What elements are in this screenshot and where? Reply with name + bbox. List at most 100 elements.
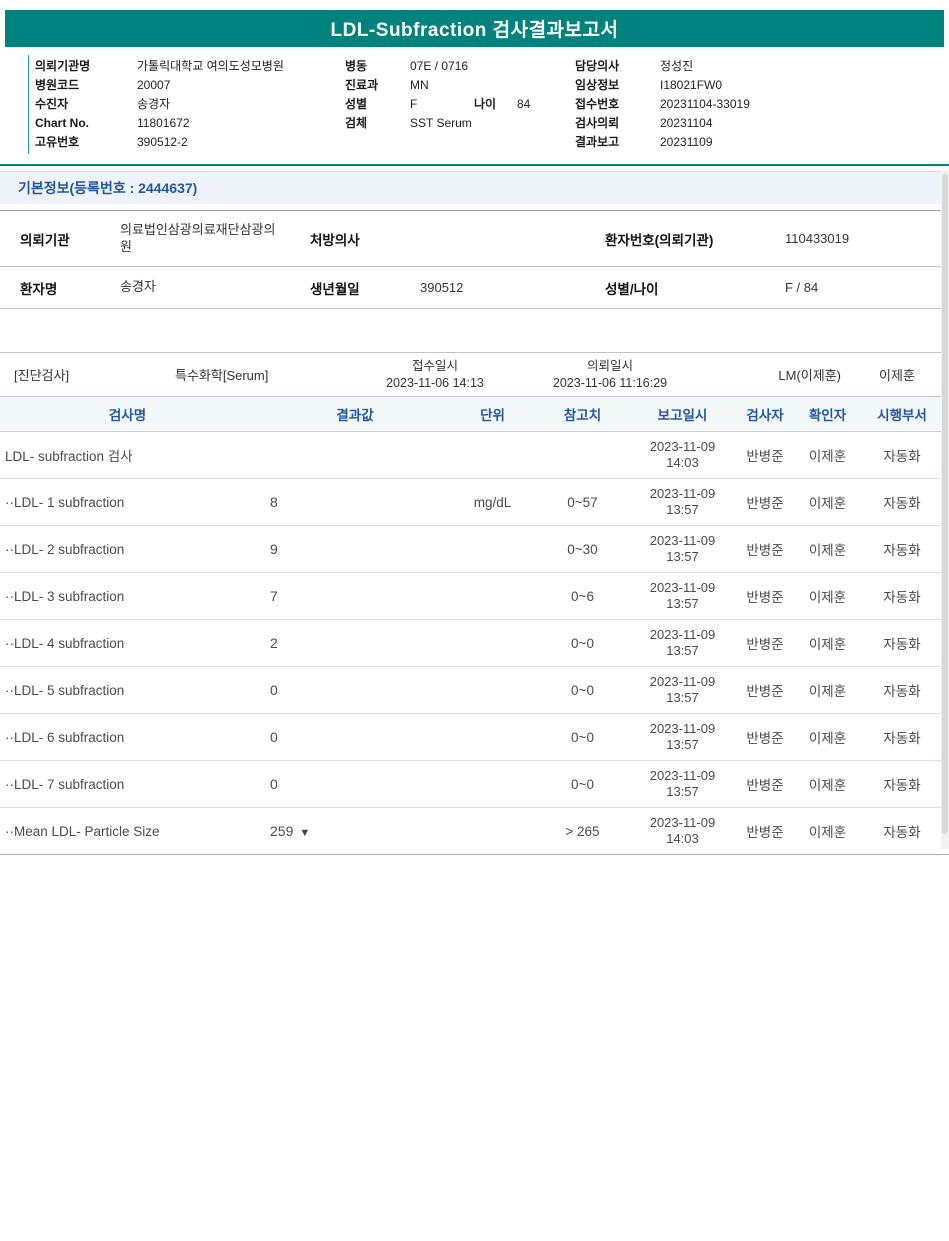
- field-label: 의뢰기관명: [35, 57, 137, 76]
- result-value: 0: [255, 682, 455, 698]
- field-label: 검체: [345, 114, 410, 133]
- reported-datetime: 2023-11-0914:03: [635, 439, 730, 470]
- report-date: 2023-11-09: [650, 439, 716, 455]
- tester: 반병준: [730, 539, 800, 559]
- field-value: 정성진: [660, 57, 693, 76]
- result-number: 0: [270, 776, 278, 792]
- reference-range: 0~0: [530, 777, 635, 792]
- result-value: 2: [255, 635, 455, 651]
- field-value: F: [410, 95, 474, 114]
- col-header-unit: 단위: [455, 404, 530, 424]
- report-date: 2023-11-09: [650, 533, 716, 549]
- result-number: 259: [270, 823, 293, 839]
- report-date: 2023-11-09: [650, 674, 716, 690]
- request-label: 의뢰일시: [587, 358, 633, 374]
- department: 자동화: [855, 586, 949, 606]
- department: 자동화: [855, 492, 949, 512]
- field-label: 임상정보: [575, 76, 660, 95]
- confirmer: 이제훈: [800, 774, 855, 794]
- department: 자동화: [855, 727, 949, 747]
- field-value: 11801672: [137, 114, 190, 133]
- test-name: ··LDL- 2 subfraction: [0, 542, 255, 557]
- result-value: 7: [255, 588, 455, 604]
- field-label: 병원코드: [35, 76, 137, 95]
- reported-datetime: 2023-11-0914:03: [635, 815, 730, 846]
- report-date: 2023-11-09: [650, 627, 716, 643]
- field-label: 성별/나이: [590, 278, 775, 298]
- results-table-body: LDL- subfraction 검사 2023-11-0914:03 반병준 …: [0, 432, 949, 855]
- header-field-sex-age: 성별F나이84: [345, 95, 575, 114]
- report-title: LDL-Subfraction 검사결과보고서: [331, 15, 619, 42]
- field-label: 처방의사: [285, 229, 405, 249]
- field-value: 20231109: [660, 133, 713, 152]
- reference-range: 0~0: [530, 730, 635, 745]
- tester: 반병준: [730, 680, 800, 700]
- header-field: 임상정보I18021FW0: [575, 76, 750, 95]
- field-label: 수진자: [35, 95, 137, 114]
- field-label: 접수번호: [575, 95, 660, 114]
- report-time: 14:03: [666, 455, 699, 471]
- field-label: 의뢰기관: [0, 229, 100, 249]
- col-header-confirmer: 확인자: [800, 404, 855, 424]
- header-field: 접수번호20231104-33019: [575, 95, 750, 114]
- field-label: 생년월일: [285, 278, 405, 298]
- field-value: 송경자: [137, 95, 170, 114]
- field-label: 담당의사: [575, 57, 660, 76]
- receipt-datetime: 접수일시 2023-11-06 14:13: [295, 358, 575, 391]
- field-value: I18021FW0: [660, 76, 722, 95]
- reference-range: 0~0: [530, 683, 635, 698]
- report-date: 2023-11-09: [650, 768, 716, 784]
- department: 자동화: [855, 445, 949, 465]
- unit: mg/dL: [455, 495, 530, 510]
- confirmer: 이제훈: [800, 539, 855, 559]
- table-row: ··LDL- 7 subfraction 0 0~0 2023-11-0913:…: [0, 761, 949, 808]
- basic-info-table: 의뢰기관 의료법인삼광의료재단삼광의원 처방의사 환자번호(의뢰기관) 1104…: [0, 210, 949, 309]
- receipt-value: 2023-11-06 14:13: [386, 375, 484, 391]
- table-row: ··LDL- 5 subfraction 0 0~0 2023-11-0913:…: [0, 667, 949, 714]
- test-name: ··Mean LDL- Particle Size: [0, 824, 255, 839]
- report-time: 13:57: [666, 737, 699, 753]
- field-label: 환자번호(의뢰기관): [590, 229, 775, 249]
- header-field: 의뢰기관명가톨릭대학교 여의도성모병원: [35, 57, 345, 76]
- vertical-scrollbar[interactable]: [941, 171, 949, 849]
- test-name: ··LDL- 5 subfraction: [0, 683, 255, 698]
- report-date: 2023-11-09: [650, 815, 716, 831]
- age-label: 나이: [474, 95, 517, 114]
- reference-range: 0~57: [530, 495, 635, 510]
- result-value: 0: [255, 776, 455, 792]
- field-value: 20231104: [660, 114, 713, 133]
- table-row: ··LDL- 1 subfraction 8 mg/dL 0~57 2023-1…: [0, 479, 949, 526]
- department: 자동화: [855, 821, 949, 841]
- department: 자동화: [855, 539, 949, 559]
- tester: 반병준: [730, 633, 800, 653]
- header-field: 진료과MN: [345, 76, 575, 95]
- basic-info-row: 의뢰기관 의료법인삼광의료재단삼광의원 처방의사 환자번호(의뢰기관) 1104…: [0, 211, 949, 267]
- header-field: 검체SST Serum: [345, 114, 575, 133]
- field-label: 환자명: [0, 278, 100, 298]
- confirmer: 이제훈: [800, 492, 855, 512]
- col-header-ref: 참고치: [530, 404, 635, 424]
- reported-datetime: 2023-11-0913:57: [635, 486, 730, 517]
- confirmer: 이제훈: [800, 445, 855, 465]
- confirmer: 이제훈: [800, 633, 855, 653]
- report-date: 2023-11-09: [650, 486, 716, 502]
- test-name: ··LDL- 6 subfraction: [0, 730, 255, 745]
- table-row: ··Mean LDL- Particle Size 259▼ > 265 202…: [0, 808, 949, 855]
- tester: 반병준: [730, 492, 800, 512]
- scrollbar-thumb[interactable]: [942, 174, 948, 834]
- field-value: 07E / 0716: [410, 57, 468, 76]
- tester: 반병준: [730, 586, 800, 606]
- report-time: 13:57: [666, 502, 699, 518]
- field-label: 고유번호: [35, 133, 137, 152]
- field-label: 병동: [345, 57, 410, 76]
- table-row: ··LDL- 3 subfraction 7 0~6 2023-11-0913:…: [0, 573, 949, 620]
- field-label: 검사의뢰: [575, 114, 660, 133]
- report-time: 13:57: [666, 549, 699, 565]
- tester: 반병준: [730, 821, 800, 841]
- reported-datetime: 2023-11-0913:57: [635, 627, 730, 658]
- field-value: SST Serum: [410, 114, 472, 133]
- header-col-doctor: 담당의사정성진 임상정보I18021FW0 접수번호20231104-33019…: [575, 57, 750, 152]
- header-col-ward: 병동07E / 0716 진료과MN 성별F나이84 검체SST Serum: [345, 57, 575, 152]
- lab-section: LM(이제훈): [645, 365, 845, 384]
- header-field: 담당의사정성진: [575, 57, 750, 76]
